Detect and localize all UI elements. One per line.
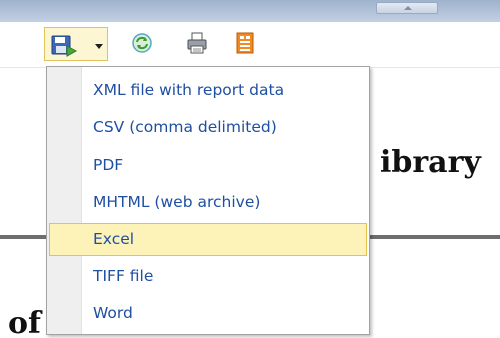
menu-item-excel[interactable]: Excel bbox=[49, 223, 367, 256]
menu-item-mhtml[interactable]: MHTML (web archive) bbox=[49, 186, 367, 219]
chevron-down-icon bbox=[95, 44, 103, 49]
menu-item-word[interactable]: Word bbox=[49, 297, 367, 330]
printer-icon bbox=[187, 32, 207, 54]
refresh-icon bbox=[132, 33, 152, 53]
print-layout-icon bbox=[236, 32, 254, 54]
report-body-text: of bbox=[8, 306, 41, 338]
top-strip bbox=[0, 0, 500, 22]
report-heading: ibrary bbox=[380, 145, 481, 180]
export-format-menu: XML file with report data CSV (comma del… bbox=[46, 66, 370, 335]
print-button[interactable] bbox=[185, 31, 209, 55]
menu-item-xml[interactable]: XML file with report data bbox=[49, 74, 367, 107]
scroll-thumb[interactable] bbox=[376, 2, 438, 14]
menu-item-csv[interactable]: CSV (comma delimited) bbox=[49, 111, 367, 144]
refresh-button[interactable] bbox=[130, 31, 154, 55]
menu-item-tiff[interactable]: TIFF file bbox=[49, 260, 367, 293]
export-dropdown-button[interactable] bbox=[44, 27, 108, 61]
report-toolbar bbox=[0, 22, 500, 68]
menu-item-pdf[interactable]: PDF bbox=[49, 149, 367, 182]
save-export-icon bbox=[51, 35, 78, 57]
print-layout-button[interactable] bbox=[233, 31, 257, 55]
